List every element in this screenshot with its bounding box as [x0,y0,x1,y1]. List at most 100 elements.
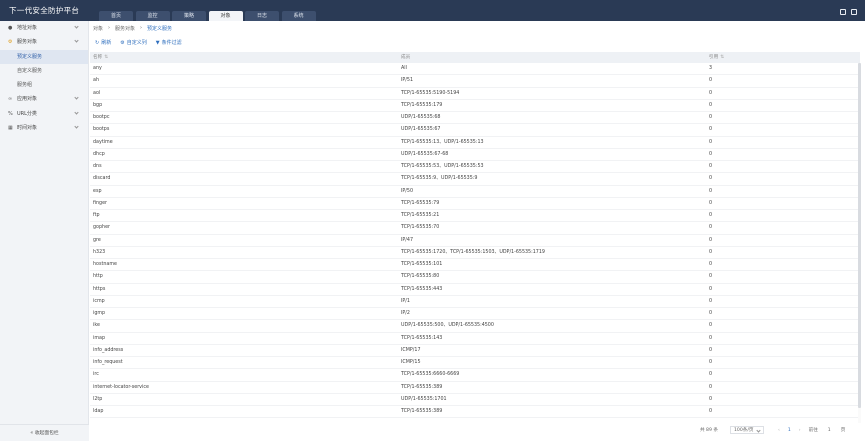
tab-item[interactable]: 系统 [281,11,316,21]
sidebar-item[interactable]: ● 地址对象 [0,21,88,35]
pagination: 共 89 条 100条/页 ‹ 1 › 前往 1 页 [700,425,845,435]
cell-refs: 0 [709,274,713,280]
cell-refs: 0 [709,188,713,194]
cell-name: daytime [93,139,113,145]
cell-refs: 0 [709,102,713,108]
chevron-down-icon [74,110,79,115]
cell-name: ldap [93,409,104,414]
breadcrumb-item[interactable]: 服务对象 [115,25,135,32]
sidebar-item[interactable]: ⚙ 服务对象 [0,35,88,49]
tab-item[interactable]: 首页 [99,11,133,21]
toolbar: ↻ 刷新 ⚙ 自定义列 ▼ 条件过滤 [95,39,191,47]
tab-item[interactable]: 日志 [245,11,279,21]
refresh-label: 刷新 [101,40,112,46]
cell-refs: 0 [709,262,713,267]
sidebar-subitem[interactable]: 服务组 [0,78,88,92]
table-row[interactable]: bgp TCP/1-65535:179 0 [90,100,860,112]
top-bar: 下一代安全防护平台 首页 监控 策略 对象 日志 系统 [0,0,865,21]
cell-refs: 0 [709,151,713,157]
custom-columns-button[interactable]: ⚙ 自定义列 [120,39,147,47]
cell-members: TCP/1-65535:1720、TCP/1-65535:1503、UDP/1-… [401,249,545,255]
cell-refs: 0 [709,115,713,120]
logout-icon[interactable] [851,9,857,15]
table-row[interactable]: bootpc UDP/1-65535:68 0 [90,112,860,125]
table-row[interactable]: discard TCP/1-65535:9、UDP/1-65535:9 0 [90,173,860,186]
table-row[interactable]: gre IP/47 0 [90,235,860,247]
cell-name: igmp [93,311,106,316]
table-row[interactable]: icmp IP/1 0 [90,296,860,308]
sort-icon[interactable]: ⇅ [104,55,108,60]
cell-members: UDP/1-65535:1701 [401,396,447,402]
cell-name: dhcp [93,151,105,157]
table-row[interactable]: info_request ICMP/15 0 [90,357,860,370]
page-size-select[interactable]: 100条/页 [729,426,764,434]
cell-name: discard [93,176,111,182]
table-row[interactable]: dns TCP/1-65535:53、UDP/1-65535:53 0 [90,161,860,174]
breadcrumb-item[interactable]: 对象 [93,25,103,32]
sort-icon[interactable]: ⇅ [720,55,724,60]
column-header-name[interactable]: 名称 ⇅ [93,52,108,63]
table-row[interactable]: any All 3 [90,63,860,76]
table-row[interactable]: esp IP/50 0 [90,186,860,198]
goto-label: 前往 [808,428,818,433]
table-row[interactable]: aol TCP/1-65535:5190-5194 0 [90,88,860,100]
table-row[interactable]: internet-locator-service TCP/1-65535:389 0 [90,382,860,394]
goto-page-input[interactable]: 1 [828,428,831,433]
column-header-members: 成员 [401,55,411,60]
cell-name: bootpc [93,115,110,120]
collapse-sidebar-button[interactable]: « 收起面包栏 [0,424,89,441]
sidebar-item[interactable]: % URL分类 [0,107,88,121]
cell-name: ah [93,78,99,84]
tab-item[interactable]: 策略 [172,11,206,21]
fullscreen-icon[interactable] [840,9,846,15]
table-row[interactable]: ah IP/51 0 [90,75,860,88]
table-row[interactable]: ike UDP/1-65535:500、UDP/1-65535:4500 0 [90,320,860,333]
table-row[interactable]: info_address ICMP/17 0 [90,345,860,357]
cell-name: info_request [93,360,123,365]
cell-members: IP/2 [401,311,410,316]
sidebar-subitem[interactable]: 自定义服务 [0,64,88,78]
table-row[interactable]: ftp TCP/1-65535:21 0 [90,210,860,223]
tab-item[interactable]: 监控 [135,11,170,21]
cell-members: UDP/1-65535:500、UDP/1-65535:4500 [401,323,494,329]
table-row[interactable]: dhcp UDP/1-65535:67-68 0 [90,149,860,161]
cell-members: TCP/1-65535:53、UDP/1-65535:53 [401,164,484,169]
table-row[interactable]: hostname TCP/1-65535:101 0 [90,259,860,272]
table-row[interactable]: imap TCP/1-65535:143 0 [90,333,860,345]
table-row[interactable]: irc TCP/1-65535:6660-6669 0 [90,369,860,382]
sidebar-item[interactable]: ▦ 时间对象 [0,121,88,135]
cell-name: icmp [93,298,105,304]
table-row[interactable]: http TCP/1-65535:80 0 [90,271,860,284]
table-row[interactable]: gopher TCP/1-65535:70 0 [90,222,860,235]
sidebar-subitem[interactable]: 预定义服务 [0,49,88,64]
filter-icon: ▼ [155,39,160,46]
page-number[interactable]: 1 [788,428,791,433]
table-row[interactable]: daytime TCP/1-65535:13、UDP/1-65535:13 0 [90,137,860,149]
table-row[interactable]: bootps UDP/1-65535:67 0 [90,124,860,137]
table-row[interactable]: ldap TCP/1-65535:389 0 [90,406,860,419]
sidebar-item[interactable]: ∞ 应用对象 [0,92,88,106]
table-row[interactable]: https TCP/1-65535:443 0 [90,284,860,296]
cell-name: info_address [93,347,124,353]
column-header-refs[interactable]: 引用 ⇅ [709,52,724,63]
cell-name: gopher [93,225,110,231]
refresh-button[interactable]: ↻ 刷新 [95,39,112,47]
next-page-button[interactable]: › [799,428,801,433]
cell-name: bgp [93,102,103,108]
table-row[interactable]: l2tp UDP/1-65535:1701 0 [90,394,860,406]
chevron-down-icon [74,95,79,101]
table-row[interactable]: finger TCP/1-65535:79 0 [90,198,860,210]
table-row[interactable]: igmp IP/2 0 [90,308,860,321]
cell-members: TCP/1-65535:13、UDP/1-65535:13 [401,139,484,145]
breadcrumb-separator: › [140,25,143,31]
url-icon: % [8,110,13,117]
cell-name: aol [93,90,101,96]
filter-button[interactable]: ▼ 条件过滤 [155,39,182,47]
tab-item[interactable]: 对象 [208,11,243,21]
cell-refs: 0 [709,90,713,96]
cell-members: TCP/1-65535:70 [401,225,440,231]
table-scrollbar-thumb[interactable] [858,63,861,408]
table-row[interactable]: h323 TCP/1-65535:1720、TCP/1-65535:1503、UD… [90,247,860,259]
sidebar-item-label: 服务对象 [17,39,38,46]
prev-page-button[interactable]: ‹ [778,428,780,433]
